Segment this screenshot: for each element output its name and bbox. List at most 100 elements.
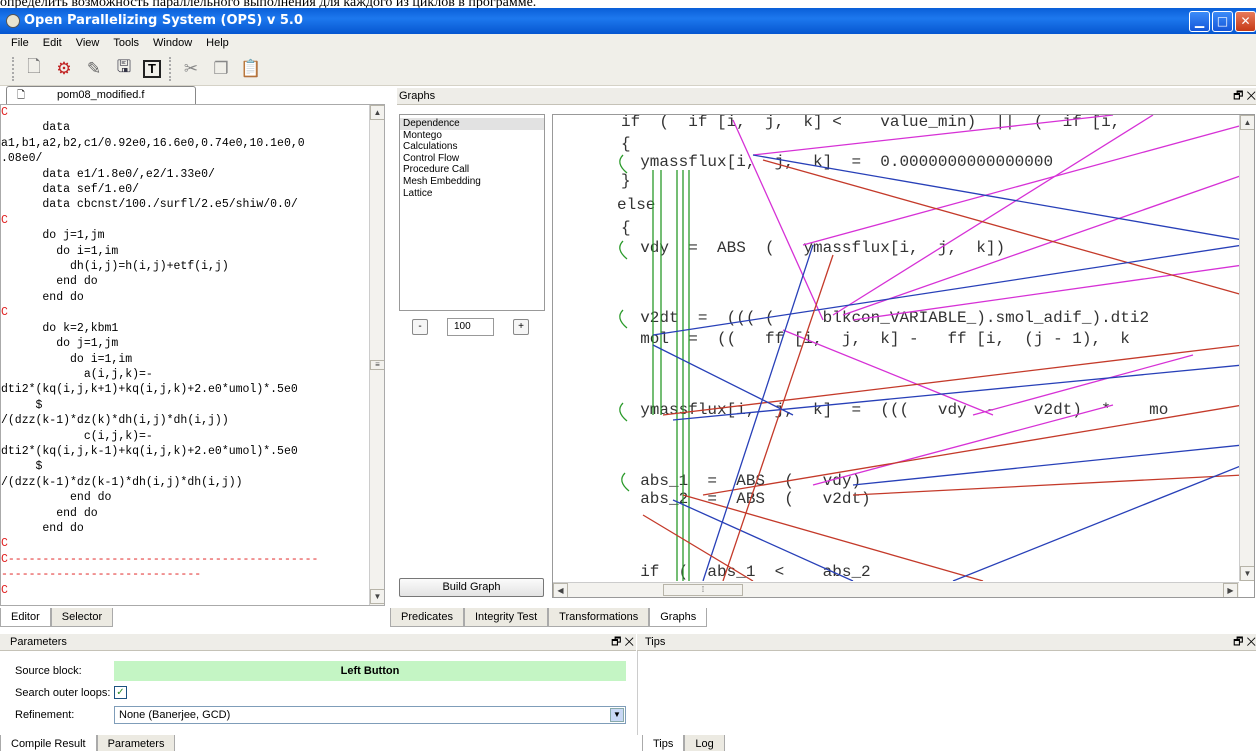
code-comment-line[interactable]: -----------------------------	[1, 567, 369, 582]
graph-scroll-up-button[interactable]: ▲	[1240, 115, 1254, 130]
tab-compile-result[interactable]: Compile Result	[0, 735, 97, 751]
code-line[interactable]: .08e0/	[1, 151, 369, 166]
code-line[interactable]: dh(i,j)=h(i,j)+etf(i,j)	[1, 259, 369, 274]
graph-scroll-left-button[interactable]: ◀	[553, 583, 568, 597]
save-icon[interactable]: 🖫	[113, 57, 135, 80]
scroll-up-button[interactable]: ▲	[370, 105, 384, 120]
maximize-button[interactable]: □	[1212, 11, 1233, 32]
code-line[interactable]: do i=1,im	[1, 244, 369, 259]
code-line[interactable]: dti2*(kq(i,j,k+1)+kq(i,j,k)+2.e0*umol)*.…	[1, 382, 369, 397]
code-line[interactable]: $	[1, 398, 369, 413]
text-tool-icon[interactable]: T	[143, 59, 161, 78]
code-line[interactable]: do k=2,kbm1	[1, 321, 369, 336]
code-line[interactable]: end do	[1, 521, 369, 536]
graph-scroll-thumb[interactable]: ⁞	[663, 584, 743, 596]
source-icon[interactable]: ⚙	[53, 58, 75, 80]
menu-help[interactable]: Help	[206, 34, 229, 52]
search-outer-loops-label: Search outer loops:	[15, 687, 111, 699]
code-line[interactable]: /(dzz(k-1)*dz(k-1)*dh(i,j)*dh(i,j))	[1, 475, 369, 490]
tips-panel-controls[interactable]: 🗗 ✕	[1233, 634, 1256, 651]
source-block-field[interactable]: Left Button	[114, 661, 626, 681]
code-line[interactable]: end do	[1, 290, 369, 305]
dependence-arc	[619, 309, 628, 329]
code-comment-line[interactable]: C	[1, 213, 369, 228]
dependence-arc	[732, 119, 824, 321]
code-line[interactable]: do i=1,im	[1, 352, 369, 367]
code-comment-line[interactable]: C	[1, 105, 369, 120]
code-text[interactable]: C data a1,b1,a2,b2,c1/0.92e0,16.6e0,0.74e…	[1, 105, 369, 598]
refinement-select[interactable]: None (Banerjee, GCD) ▼	[114, 706, 626, 724]
dependence-arc	[752, 115, 1114, 156]
dependence-graph-view[interactable]: if ( if [i, j, k] < value_min) || ( if […	[552, 114, 1255, 598]
graph-vertical-scrollbar[interactable]: ▲ ▼	[1239, 115, 1254, 581]
scroll-thumb[interactable]: ≡	[370, 360, 384, 370]
code-line[interactable]: data	[1, 120, 369, 135]
code-line[interactable]: do j=1,jm	[1, 336, 369, 351]
minimize-button[interactable]: ▁	[1189, 11, 1210, 32]
menu-file[interactable]: File	[11, 34, 29, 52]
graph-horizontal-scrollbar[interactable]: ◀ ⁞ ▶	[553, 582, 1239, 597]
code-line[interactable]: end do	[1, 490, 369, 505]
code-line[interactable]: a1,b1,a2,b2,c1/0.92e0,16.6e0,0.74e0,10.1…	[1, 136, 369, 151]
tab-editor[interactable]: Editor	[0, 608, 51, 627]
tab-log[interactable]: Log	[684, 735, 725, 751]
paste-icon[interactable]: 📋	[240, 58, 262, 80]
graph-type-list[interactable]: Dependence Montego Calculations Control …	[399, 114, 545, 311]
code-comment-line[interactable]: C	[1, 536, 369, 551]
menu-tools[interactable]: Tools	[113, 34, 139, 52]
menu-window[interactable]: Window	[153, 34, 192, 52]
dependence-arc	[722, 254, 834, 581]
graph-scroll-right-button[interactable]: ▶	[1223, 583, 1238, 597]
tab-transformations[interactable]: Transformations	[548, 608, 650, 627]
tab-parameters[interactable]: Parameters	[96, 735, 176, 751]
code-line[interactable]: do j=1,jm	[1, 228, 369, 243]
graphs-panel-controls[interactable]: 🗗 ✕	[1233, 88, 1256, 105]
graph-type-procedure-call[interactable]: Procedure Call	[400, 164, 544, 176]
cut-icon[interactable]: ✂	[180, 58, 202, 80]
code-comment-line[interactable]: C	[1, 305, 369, 320]
code-line[interactable]: /(dzz(k-1)*dz(k)*dh(i,j)*dh(i,j))	[1, 413, 369, 428]
code-line[interactable]: c(i,j,k)=-	[1, 429, 369, 444]
chevron-down-icon[interactable]: ▼	[610, 708, 624, 722]
edit-icon[interactable]: ✎	[83, 58, 105, 80]
tab-graphs[interactable]: Graphs	[649, 608, 708, 627]
editor-file-tab-label: pom08_modified.f	[57, 89, 145, 101]
graph-scroll-down-button[interactable]: ▼	[1240, 566, 1254, 581]
code-editor[interactable]: C data a1,b1,a2,b2,c1/0.92e0,16.6e0,0.74e…	[0, 104, 385, 606]
tab-tips[interactable]: Tips	[642, 735, 685, 751]
graph-type-calculations[interactable]: Calculations	[400, 141, 544, 153]
toolbar-grip[interactable]	[12, 56, 15, 81]
graph-type-mesh-embedding[interactable]: Mesh Embedding	[400, 176, 544, 188]
code-line[interactable]: $	[1, 459, 369, 474]
menu-edit[interactable]: Edit	[43, 34, 62, 52]
graph-type-lattice[interactable]: Lattice	[400, 188, 544, 200]
new-file-icon[interactable]: 🗋	[23, 57, 45, 80]
code-line[interactable]: end do	[1, 506, 369, 521]
code-line[interactable]: data sef/1.e0/	[1, 182, 369, 197]
tab-integrity-test[interactable]: Integrity Test	[463, 608, 549, 627]
build-graph-button[interactable]: Build Graph	[399, 578, 544, 597]
zoom-input[interactable]: 100	[447, 318, 494, 336]
menu-view[interactable]: View	[76, 34, 100, 52]
zoom-out-button[interactable]: -	[412, 319, 428, 335]
code-line[interactable]: dti2*(kq(i,j,k-1)+kq(i,j,k)+2.e0*umol)*.…	[1, 444, 369, 459]
close-button[interactable]: ✕	[1235, 11, 1256, 32]
code-line[interactable]: data cbcnst/100./surfl/2.e5/shiw/0.0/	[1, 197, 369, 212]
copy-icon[interactable]: ❐	[210, 58, 232, 80]
tab-selector[interactable]: Selector	[50, 608, 114, 627]
code-comment-line[interactable]: C	[1, 583, 369, 598]
code-line[interactable]: end do	[1, 274, 369, 289]
search-outer-loops-checkbox[interactable]: ✓	[114, 686, 127, 699]
parameters-panel-controls[interactable]: 🗗 ✕	[611, 634, 634, 651]
scroll-down-button[interactable]: ▼	[370, 589, 384, 604]
editor-file-tab[interactable]: 🗋 pom08_modified.f	[6, 86, 196, 104]
zoom-in-button[interactable]: +	[513, 319, 529, 335]
graph-type-montego[interactable]: Montego	[400, 130, 544, 142]
tab-predicates[interactable]: Predicates	[390, 608, 464, 627]
graph-type-dependence[interactable]: Dependence	[400, 118, 544, 130]
editor-scrollbar[interactable]: ▲ ≡ ▼	[369, 105, 384, 605]
code-line[interactable]: data e1/1.8e0/,e2/1.33e0/	[1, 167, 369, 182]
code-line[interactable]: a(i,j,k)=-	[1, 367, 369, 382]
graph-type-control-flow[interactable]: Control Flow	[400, 153, 544, 165]
code-comment-line[interactable]: C---------------------------------------…	[1, 552, 369, 567]
